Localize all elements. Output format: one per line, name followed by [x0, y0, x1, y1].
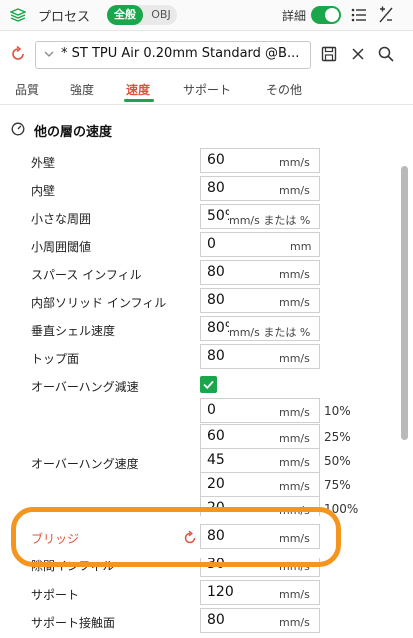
tab-support[interactable]: サポート	[183, 81, 231, 98]
vertical-shell-speed-value: 80%	[207, 320, 229, 336]
support-interface-value: 80	[207, 612, 225, 628]
close-icon[interactable]	[349, 45, 367, 63]
highlight-outline	[11, 507, 341, 567]
small-perimeter-threshold-unit: mm	[290, 240, 312, 253]
detail-label: 詳細	[282, 9, 307, 23]
scrollbar-thumb[interactable]	[401, 166, 408, 440]
internal-solid-infill-unit: mm/s	[279, 296, 310, 309]
sparse-infill-label: スパース インフィル	[31, 268, 142, 282]
scope-object-button[interactable]: OBJ	[145, 5, 177, 25]
outer-wall-label: 外壁	[31, 156, 56, 170]
support-interface-unit: mm/s	[279, 616, 310, 629]
divider	[0, 104, 413, 105]
support-interface-label: サポート接触面	[31, 616, 116, 630]
support-value: 120	[207, 584, 234, 600]
small-perimeter-threshold-value: 0	[207, 236, 216, 252]
overhang-speed-label: オーバーハング速度	[31, 457, 139, 471]
speedometer-icon	[11, 122, 25, 136]
small-perimeter-label: 小さな周囲	[31, 212, 92, 226]
compare-icon[interactable]	[377, 6, 395, 24]
inner-wall-unit: mm/s	[279, 184, 310, 197]
overhang-speed-50-percent: 50%	[324, 454, 351, 468]
scope-global-button[interactable]: 全般	[107, 5, 143, 25]
overhang-slowdown-label: オーバーハング減速	[31, 380, 139, 394]
overhang-speed-75-percent: 75%	[324, 478, 351, 492]
vertical-shell-speed-label: 垂直シェル速度	[31, 324, 116, 338]
internal-solid-infill-label: 内部ソリッド インフィル	[31, 296, 167, 310]
inner-wall-value: 80	[207, 180, 225, 196]
overhang-slowdown-checkbox[interactable]	[200, 376, 217, 393]
overhang-speed-50-unit: mm/s	[279, 456, 310, 469]
vertical-shell-speed-unit: mm/s または %	[229, 326, 311, 339]
list-icon[interactable]	[350, 6, 368, 24]
section-title: 他の層の速度	[34, 125, 113, 140]
overhang-speed-25-value: 60	[207, 428, 225, 444]
overhang-speed-25-unit: mm/s	[279, 432, 310, 445]
active-tab-indicator	[124, 99, 154, 102]
inner-wall-label: 内壁	[31, 184, 56, 198]
small-perimeter-value: 50%	[207, 208, 229, 224]
sparse-infill-value: 80	[207, 264, 225, 280]
chevron-down-icon	[44, 51, 54, 57]
save-icon[interactable]	[320, 45, 338, 63]
refresh-icon[interactable]	[9, 45, 27, 63]
overhang-speed-10-value: 0	[207, 402, 216, 418]
overhang-speed-75-value: 20	[207, 476, 225, 492]
top-surface-value: 80	[207, 348, 225, 364]
top-surface-unit: mm/s	[279, 352, 310, 365]
detail-toggle-knob	[325, 8, 339, 22]
internal-solid-infill-value: 80	[207, 292, 225, 308]
overhang-speed-10-percent: 10%	[324, 404, 351, 418]
layers-icon	[10, 8, 26, 22]
panel-title: プロセス	[38, 10, 91, 25]
overhang-speed-10-unit: mm/s	[279, 406, 310, 419]
checkmark-icon	[203, 380, 214, 390]
tab-quality[interactable]: 品質	[15, 81, 39, 98]
top-surface-label: トップ面	[31, 352, 80, 366]
overhang-speed-25-percent: 25%	[324, 430, 351, 444]
sparse-infill-unit: mm/s	[279, 268, 310, 281]
small-perimeter-unit: mm/s または %	[229, 214, 311, 227]
outer-wall-unit: mm/s	[279, 156, 310, 169]
outer-wall-value: 60	[207, 152, 225, 168]
small-perimeter-threshold-label: 小周囲閾値	[31, 240, 92, 254]
support-label: サポート	[31, 588, 80, 602]
overhang-speed-75-unit: mm/s	[279, 480, 310, 493]
tab-speed[interactable]: 速度	[126, 81, 150, 98]
overhang-speed-50-value: 45	[207, 452, 225, 468]
preset-name: * ST TPU Air 0.20mm Standard @B...	[61, 46, 300, 61]
support-unit: mm/s	[279, 588, 310, 601]
tab-others[interactable]: その他	[266, 81, 302, 98]
tab-strength[interactable]: 強度	[70, 81, 94, 98]
search-icon[interactable]	[377, 45, 395, 63]
